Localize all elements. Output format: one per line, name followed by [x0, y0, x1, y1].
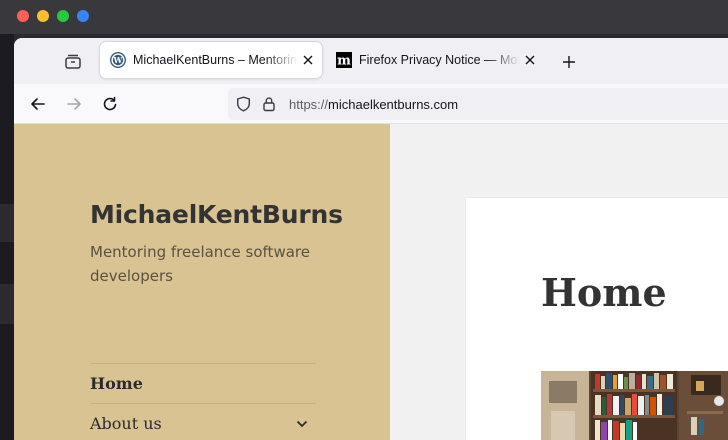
menu-item-home[interactable]: Home [90, 363, 316, 403]
list-all-tabs-button[interactable] [62, 51, 84, 73]
background-window-part [0, 204, 14, 242]
window-zoom-button[interactable] [57, 10, 69, 22]
svg-text:m: m [337, 54, 351, 69]
submenu-toggle-button[interactable] [294, 416, 310, 432]
site-menu: Home About us [90, 363, 316, 440]
window-extra-button[interactable] [77, 10, 89, 22]
svg-text:W: W [113, 55, 124, 65]
web-page: MichaelKentBurns Mentoring freelance sof… [14, 124, 728, 440]
site-sidebar: MichaelKentBurns Mentoring freelance sof… [14, 124, 390, 440]
wordpress-icon: W [110, 52, 126, 68]
url-protocol: https:// [289, 97, 329, 112]
close-icon [303, 55, 313, 65]
url-bar[interactable]: https://michaelkentburns.com [228, 88, 728, 120]
featured-image-bookshelf [541, 371, 728, 440]
url-text: https://michaelkentburns.com [289, 97, 458, 112]
tab-title: Firefox Privacy Notice — Mozilla [359, 53, 520, 67]
forward-button[interactable] [62, 92, 86, 116]
reload-icon [103, 96, 117, 111]
close-icon [525, 55, 535, 65]
plus-icon [563, 56, 575, 68]
page-title: Home [541, 270, 667, 315]
menu-item-about-us[interactable]: About us [90, 403, 316, 440]
tab-firefox-privacy-notice[interactable]: m Firefox Privacy Notice — Mozilla [326, 42, 544, 78]
mozilla-m-icon: m [336, 52, 352, 68]
firefox-window: W MichaelKentBurns – Mentoring freelance… [14, 38, 728, 440]
reload-button[interactable] [98, 92, 122, 116]
main-content: Home [466, 198, 728, 440]
arrow-left-icon [31, 98, 45, 110]
tab-michaelkentburns[interactable]: W MichaelKentBurns – Mentoring freelance… [100, 42, 322, 78]
background-window-edge [0, 34, 14, 440]
background-window-part [0, 284, 14, 324]
tab-tray-icon [65, 54, 81, 69]
window-minimize-button[interactable] [37, 10, 49, 22]
navigation-toolbar: https://michaelkentburns.com [14, 84, 728, 124]
menu-item-label: Home [90, 374, 143, 393]
window-close-button[interactable] [17, 10, 29, 22]
site-description: Mentoring freelance software developers [90, 243, 310, 285]
tab-bar: W MichaelKentBurns – Mentoring freelance… [14, 38, 728, 84]
lock-icon[interactable] [260, 95, 278, 113]
tracking-protection-shield-icon[interactable] [234, 95, 252, 113]
back-button[interactable] [26, 92, 50, 116]
tab-title: MichaelKentBurns – Mentoring freelance s… [133, 53, 298, 67]
url-host: michaelkentburns.com [328, 97, 459, 112]
arrow-right-icon [67, 98, 81, 110]
tab-close-button[interactable] [520, 50, 540, 70]
new-tab-button[interactable] [558, 51, 580, 73]
chevron-down-icon [296, 420, 308, 428]
tab-close-button[interactable] [298, 50, 318, 70]
mac-title-bar [0, 0, 728, 34]
menu-item-label: About us [90, 414, 162, 433]
site-title[interactable]: MichaelKentBurns [90, 200, 343, 229]
